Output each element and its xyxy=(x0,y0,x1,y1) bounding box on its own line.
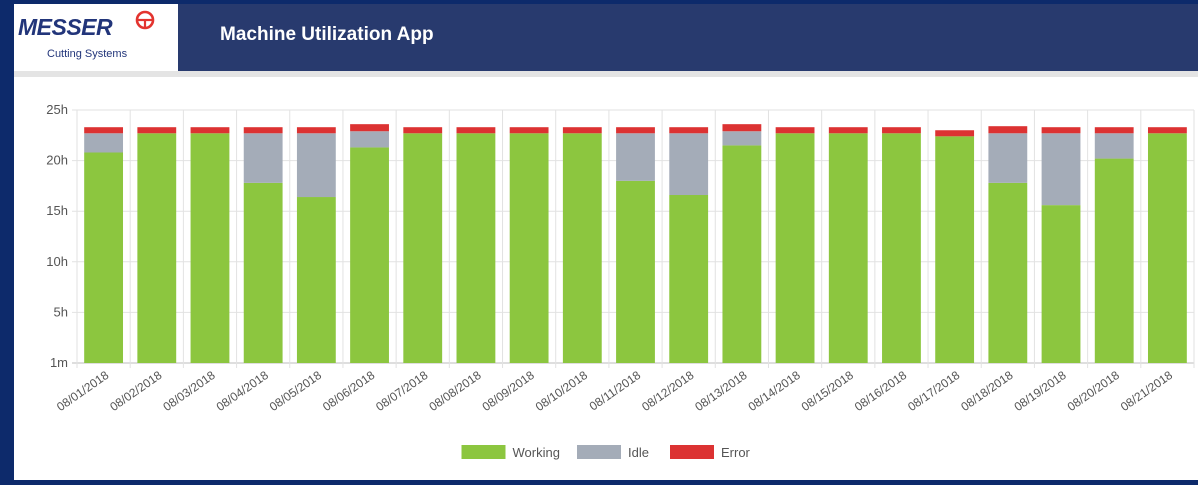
bar-idle xyxy=(350,131,389,148)
x-tick-label: 08/17/2018 xyxy=(905,368,962,414)
bar-error xyxy=(562,127,602,134)
logo[interactable]: MESSER Cutting Systems xyxy=(14,4,178,71)
bar-working xyxy=(562,133,602,363)
bar-error xyxy=(456,127,496,134)
toolbar-strip xyxy=(14,71,1198,77)
bar-error xyxy=(137,127,177,134)
x-tick-label: 08/10/2018 xyxy=(533,368,590,414)
legend-swatch-idle xyxy=(577,445,621,459)
bar-working xyxy=(190,133,230,363)
bar-error xyxy=(616,127,655,134)
bar-working xyxy=(403,133,443,363)
legend-swatch-working xyxy=(461,445,506,459)
y-tick-label: 5h xyxy=(54,304,68,319)
bar-idle xyxy=(669,133,709,196)
bar-error xyxy=(882,127,921,134)
x-tick-label: 08/14/2018 xyxy=(746,368,803,414)
bar-error xyxy=(84,127,124,134)
x-tick-label: 08/16/2018 xyxy=(852,368,909,414)
legend-label-idle: Idle xyxy=(628,445,649,460)
utilization-chart-svg: 1m5h10h15h20h25h08/01/201808/02/201808/0… xyxy=(46,102,1195,460)
x-tick-label: 08/05/2018 xyxy=(267,368,324,414)
bar-working xyxy=(1147,133,1187,363)
bar-error xyxy=(988,126,1028,134)
bar-working xyxy=(669,195,709,363)
x-tick-label: 08/04/2018 xyxy=(214,368,271,414)
bar-working xyxy=(350,147,389,363)
x-tick-label: 08/12/2018 xyxy=(639,368,696,414)
x-tick-label: 08/09/2018 xyxy=(480,368,537,414)
bar-idle xyxy=(1041,133,1081,206)
bar-working xyxy=(84,152,124,363)
logo-subtext: Cutting Systems xyxy=(47,48,128,60)
bar-idle xyxy=(243,133,283,183)
x-tick-label: 08/21/2018 xyxy=(1118,368,1175,414)
bar-working xyxy=(935,136,975,363)
bar-error xyxy=(243,127,283,134)
app-header: MESSER Cutting Systems Machine Utilizati… xyxy=(14,4,1198,71)
bar-working xyxy=(137,133,177,363)
app-frame: MESSER Cutting Systems Machine Utilizati… xyxy=(14,4,1198,480)
bar-working xyxy=(456,133,496,363)
y-tick-label: 10h xyxy=(46,254,68,269)
bar-idle xyxy=(988,133,1028,183)
x-tick-label: 08/01/2018 xyxy=(54,368,111,414)
bar-error xyxy=(509,127,549,134)
bar-working xyxy=(296,197,336,363)
bar-working xyxy=(722,145,762,363)
bar-working xyxy=(775,133,815,363)
x-tick-label: 08/07/2018 xyxy=(373,368,430,414)
bar-error xyxy=(1094,127,1134,134)
bar-idle xyxy=(616,133,655,181)
x-tick-label: 08/08/2018 xyxy=(426,368,483,414)
bar-error xyxy=(722,124,762,132)
bar-error xyxy=(828,127,868,134)
bar-working xyxy=(509,133,549,363)
x-tick-label: 08/11/2018 xyxy=(587,368,644,414)
bar-idle xyxy=(722,131,762,146)
y-tick-label: 25h xyxy=(46,102,68,117)
x-tick-label: 08/20/2018 xyxy=(1065,368,1122,414)
bar-error xyxy=(190,127,230,134)
legend-label-working: Working xyxy=(513,445,560,460)
bar-error xyxy=(296,127,336,134)
bar-error xyxy=(669,127,709,134)
bar-working xyxy=(828,133,868,363)
y-tick-label: 15h xyxy=(46,203,68,218)
bar-working xyxy=(988,182,1028,363)
bar-working xyxy=(1094,158,1134,363)
bar-error xyxy=(775,127,815,134)
bar-error xyxy=(350,124,389,132)
bar-working xyxy=(243,182,283,363)
bar-working xyxy=(616,180,655,363)
bar-working xyxy=(1041,205,1081,363)
bar-error xyxy=(1147,127,1187,134)
x-tick-label: 08/02/2018 xyxy=(107,368,164,414)
bar-idle xyxy=(1094,133,1134,159)
y-tick-label: 20h xyxy=(46,153,68,168)
legend-swatch-error xyxy=(670,445,714,459)
bar-error xyxy=(1041,127,1081,134)
bar-working xyxy=(882,133,921,363)
x-tick-label: 08/19/2018 xyxy=(1012,368,1069,414)
x-tick-label: 08/06/2018 xyxy=(320,368,377,414)
logo-text: MESSER xyxy=(18,14,113,40)
bar-error xyxy=(935,130,975,137)
x-tick-label: 08/13/2018 xyxy=(692,368,749,414)
bar-idle xyxy=(84,133,124,153)
x-tick-label: 08/18/2018 xyxy=(958,368,1015,414)
utilization-chart: 1m 5h 10h 15h 20h 25h 08/01/2018 08/02/2018 08/0… xyxy=(14,84,1198,480)
bar-idle xyxy=(296,133,336,198)
page-title: Machine Utilization App xyxy=(220,24,434,45)
x-tick-label: 08/15/2018 xyxy=(799,368,856,414)
bar-error xyxy=(403,127,443,134)
y-tick-label: 1m xyxy=(50,355,68,370)
logo-mark-icon xyxy=(135,10,155,30)
x-tick-label: 08/03/2018 xyxy=(160,368,217,414)
legend-label-error: Error xyxy=(721,445,751,460)
